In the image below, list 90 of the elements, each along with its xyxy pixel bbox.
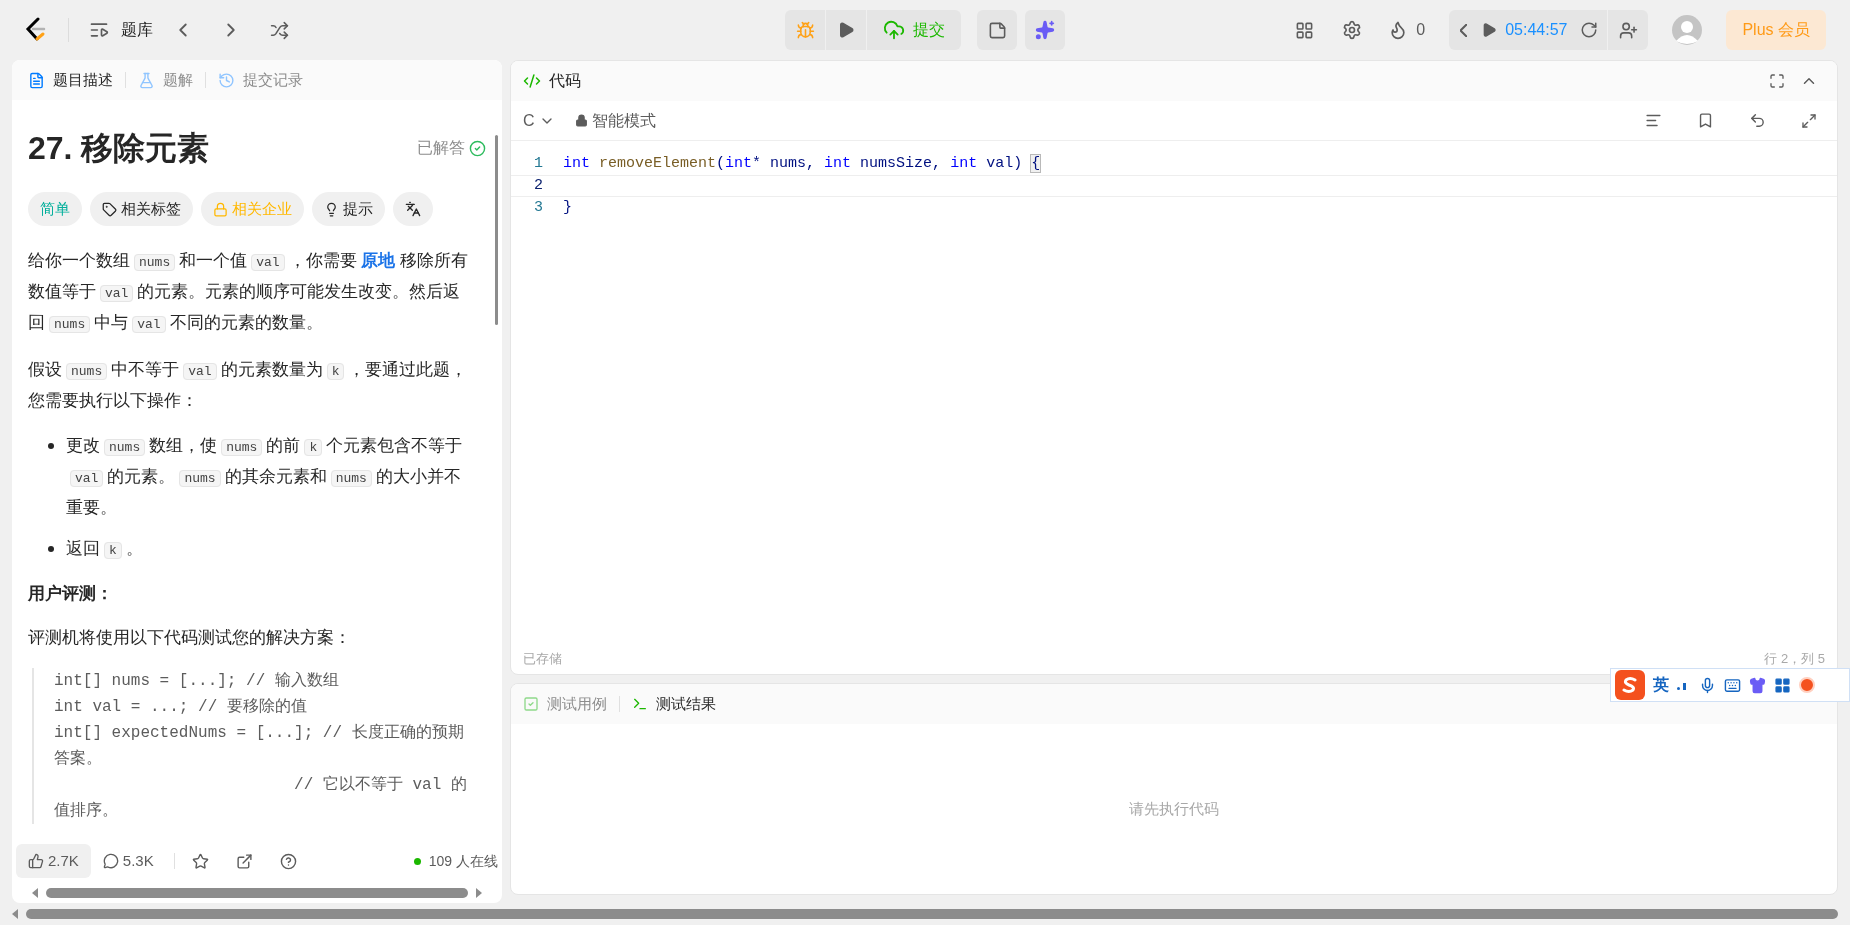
help-icon	[280, 852, 298, 870]
paragraph: 给你一个数组 nums 和一个值 val ，你需要 原地 移除所有数值等于 val 的元素。元素的顺序可能发生改变。然后返回 nums 中与 val 不同的元素的数量。	[28, 250, 470, 335]
streak-button[interactable]: 0	[1380, 10, 1434, 50]
cursor-position: 行 2，列 5	[1764, 650, 1825, 669]
note-button[interactable]	[977, 10, 1017, 50]
logo-icon[interactable]	[24, 17, 48, 43]
ai-button[interactable]	[1025, 10, 1065, 50]
scrollbar-thumb[interactable]	[495, 135, 498, 325]
code-icon	[523, 72, 541, 90]
like-button[interactable]: 2.7K	[16, 844, 91, 878]
chevron-left-icon	[1459, 23, 1467, 37]
expand-icon	[1801, 112, 1817, 129]
tag-chip[interactable]: 相关标签	[90, 192, 193, 226]
tag-icon	[102, 201, 117, 217]
code-line: int val = ...; // 要移除的值	[54, 696, 308, 718]
align-left-icon	[1644, 112, 1662, 129]
tag-chip[interactable]: 提示	[312, 192, 385, 226]
tab[interactable]: 测试用例	[523, 692, 607, 716]
bullet-icon	[48, 443, 54, 449]
note-icon	[987, 20, 1007, 40]
list-icon	[89, 20, 109, 40]
section-heading: 用户评测：	[28, 583, 114, 605]
ime-mode[interactable]: 英	[1653, 673, 1669, 697]
code-line: int removeElement(int* nums, int numsSize, int val) {	[563, 153, 1041, 174]
thumbs-up-icon	[28, 853, 44, 869]
document-icon	[28, 71, 45, 89]
undo-icon	[1748, 112, 1766, 129]
ime-toolbar[interactable]: 英	[1610, 668, 1850, 702]
sparkles-icon	[1035, 20, 1055, 40]
check-circle-icon	[469, 139, 486, 157]
comment-button[interactable]: 5.3K	[90, 844, 166, 878]
terminal-icon	[632, 696, 648, 712]
lock-icon	[574, 114, 588, 127]
scroll-left-icon[interactable]	[12, 909, 18, 919]
solved-status: 已解答	[417, 138, 465, 158]
language-select[interactable]: C	[523, 108, 555, 133]
external-link-icon	[236, 852, 254, 870]
bullet-icon	[48, 546, 54, 552]
line-number: 2	[533, 175, 544, 196]
ime-logo-icon	[1615, 670, 1645, 700]
code-line: // 它以不等于 val 的值排序。	[54, 774, 468, 822]
timer-text: 05:44:57	[1504, 20, 1569, 40]
paragraph: 评测机将使用以下代码测试您的解决方案：	[28, 626, 352, 649]
translate-icon	[405, 201, 421, 217]
microphone-icon[interactable]	[1699, 676, 1716, 694]
mode-button[interactable]: 智能模式	[574, 108, 656, 133]
checkbox-icon	[523, 696, 539, 712]
mascot-icon[interactable]	[1799, 677, 1815, 693]
line-number: 3	[533, 197, 544, 218]
scrollbar-thumb[interactable]	[46, 888, 468, 898]
line-number: 1	[533, 153, 544, 174]
shuffle-icon	[269, 20, 289, 40]
list-item-text: 更改 nums 数组，使 nums 的前 k 个元素包含不等于 val 的元素。 nums 的其余元素和 nums 的大小并不重要。	[66, 435, 464, 519]
grid-icon	[1294, 20, 1314, 40]
tab[interactable]: 题目描述	[28, 68, 113, 92]
star-icon	[192, 852, 210, 870]
code-panel-title: 代码	[549, 71, 581, 91]
keyboard-icon[interactable]	[1724, 676, 1741, 694]
tab[interactable]: 测试结果	[632, 692, 716, 716]
scrollbar-thumb[interactable]	[26, 909, 1838, 919]
fullscreen-icon	[1769, 73, 1785, 89]
empty-result-message: 请先执行代码	[1129, 798, 1219, 819]
play-icon	[1481, 22, 1498, 38]
problem-list-button[interactable]: 题库	[89, 18, 153, 42]
add-user-icon	[1618, 20, 1638, 40]
code-line: int[] nums = [...]; // 输入数组	[54, 670, 340, 692]
tab[interactable]: 提交记录	[218, 68, 303, 92]
settings-icon	[1342, 20, 1363, 40]
font-button[interactable]	[393, 192, 433, 226]
lightbulb-icon	[324, 201, 339, 217]
toolbox-icon[interactable]	[1774, 676, 1791, 694]
refresh-icon	[1580, 21, 1599, 39]
list-item-text: 返回 k 。	[66, 538, 143, 561]
scroll-left-icon[interactable]	[32, 888, 38, 898]
code-line: int[] expectedNums = [...]; // 长度正确的预期答案。	[54, 722, 465, 770]
flask-icon	[138, 71, 155, 89]
tab[interactable]: 题解	[138, 68, 193, 92]
skin-icon[interactable]	[1749, 676, 1766, 694]
cloud-upload-icon	[883, 19, 905, 41]
save-status: 已存储	[523, 650, 562, 669]
history-icon	[218, 71, 235, 89]
lock-icon	[213, 201, 228, 217]
scroll-right-icon[interactable]	[476, 888, 482, 898]
play-icon	[837, 21, 855, 39]
online-count: 109 人在线	[428, 851, 498, 871]
comment-icon	[102, 853, 119, 869]
paragraph: 假设 nums 中不等于 val 的元素数量为 k ，要通过此题，您需要执行以下操作：	[28, 359, 469, 412]
bug-icon	[795, 20, 815, 40]
problem-title: 27. 移除元素	[28, 129, 210, 168]
code-line: }	[563, 197, 572, 218]
